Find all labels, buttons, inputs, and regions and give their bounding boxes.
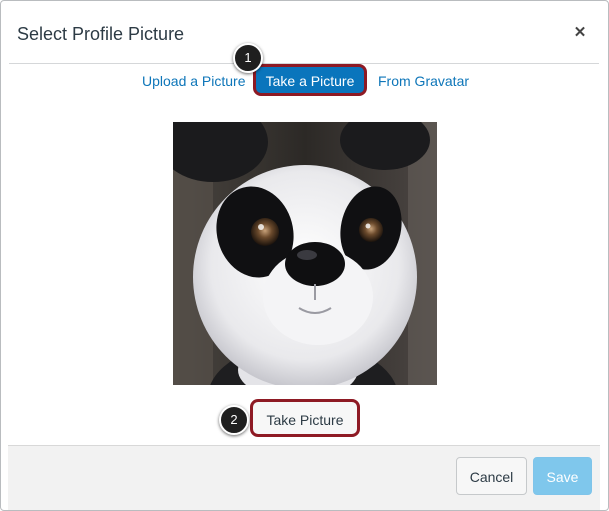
tab-from-gravatar[interactable]: From Gravatar (378, 73, 469, 89)
dialog-title: Select Profile Picture (17, 24, 185, 44)
select-profile-picture-dialog: Select Profile Picture ✕ Upload a Pictur… (0, 0, 609, 511)
take-picture-button[interactable]: Take Picture (250, 399, 360, 437)
close-icon[interactable]: ✕ (570, 23, 590, 43)
panda-webcam-image (173, 122, 437, 385)
tab-take-a-picture-label: Take a Picture (265, 73, 355, 89)
callout-badge-1: 1 (233, 43, 263, 73)
cancel-button[interactable]: Cancel (456, 457, 527, 495)
webcam-preview (173, 122, 437, 385)
tab-take-a-picture[interactable]: Take a Picture (253, 64, 367, 96)
save-button[interactable]: Save (533, 457, 592, 495)
save-button-label: Save (546, 469, 579, 485)
dialog-header: Select Profile Picture ✕ (1, 1, 608, 63)
take-picture-button-label: Take Picture (266, 412, 344, 428)
callout-badge-2: 2 (219, 405, 249, 435)
tab-upload-a-picture[interactable]: Upload a Picture (142, 73, 246, 89)
cancel-button-label: Cancel (469, 469, 514, 485)
